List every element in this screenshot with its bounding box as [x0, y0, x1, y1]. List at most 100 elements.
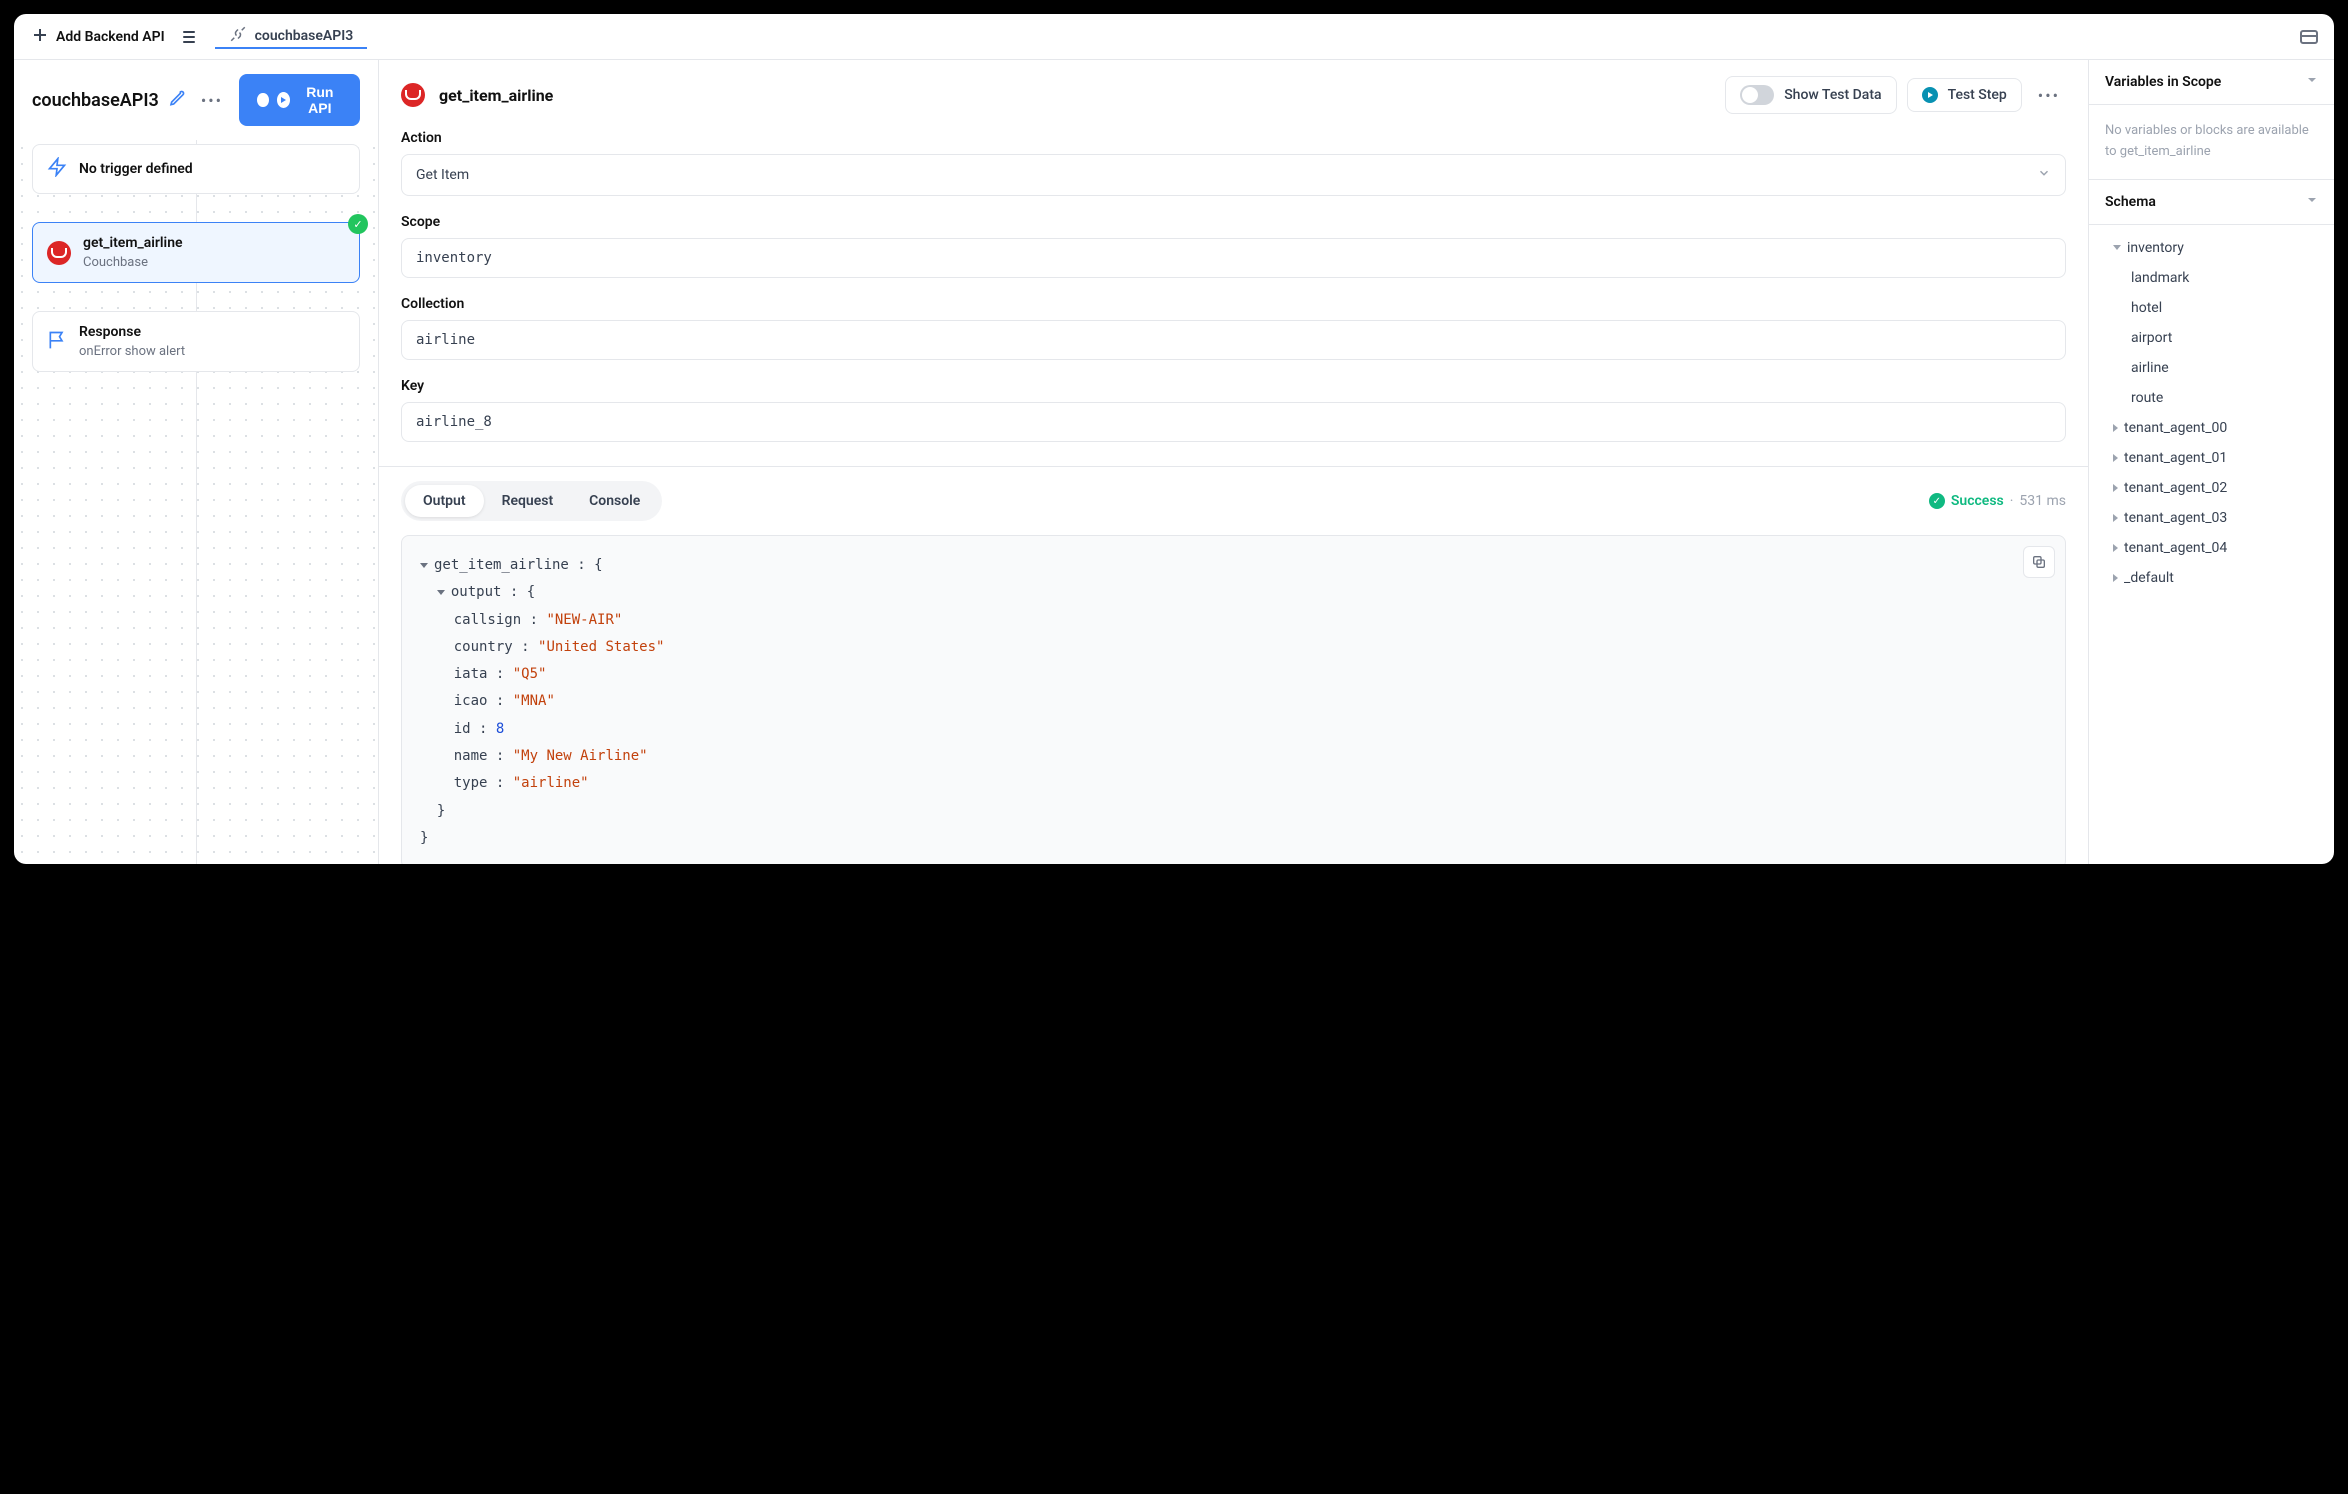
- tree-item-inventory[interactable]: inventory: [2097, 233, 2326, 263]
- tree-item-route[interactable]: route: [2097, 383, 2326, 413]
- chevron-down-icon: [2306, 194, 2318, 210]
- tree-item-landmark[interactable]: landmark: [2097, 263, 2326, 293]
- add-backend-label: Add Backend API: [56, 29, 165, 45]
- json-country: "United States": [538, 639, 664, 655]
- json-id: 8: [496, 721, 504, 737]
- tree-item-tenant-02[interactable]: tenant_agent_02: [2097, 473, 2326, 503]
- bolt-icon: [47, 157, 67, 181]
- key-field: Key: [379, 378, 2088, 460]
- show-test-data-toggle[interactable]: Show Test Data: [1725, 76, 1896, 114]
- tree-item-default[interactable]: _default: [2097, 563, 2326, 593]
- status-label: Success: [1951, 493, 2004, 509]
- status-area: ✓ Success · 531 ms: [1929, 493, 2066, 509]
- couchbase-icon: [401, 83, 425, 107]
- trigger-card[interactable]: No trigger defined: [32, 144, 360, 194]
- action-value: Get Item: [416, 167, 469, 183]
- caret-closed-icon: [2113, 454, 2118, 462]
- workflow-canvas: No trigger defined ✓ get_item_airline Co…: [14, 140, 378, 864]
- step-title: get_item_airline: [83, 235, 183, 251]
- schema-title: Schema: [2105, 194, 2156, 210]
- top-bar-right: [2300, 30, 2322, 44]
- json-icao: "MNA": [513, 693, 555, 709]
- collection-input[interactable]: [401, 320, 2066, 360]
- json-root-key: get_item_airline: [434, 557, 569, 573]
- center-column: get_item_airline Show Test Data Test Ste…: [379, 60, 2088, 864]
- play-icon: [277, 92, 290, 108]
- key-label: Key: [401, 378, 2066, 394]
- caret-closed-icon: [2113, 424, 2118, 432]
- main-area: couchbaseAPI3 ••• Run API No trigger def…: [14, 60, 2334, 864]
- tab-console[interactable]: Console: [571, 485, 658, 517]
- status-time-value: 531 ms: [2019, 493, 2066, 509]
- tree-item-airline[interactable]: airline: [2097, 353, 2326, 383]
- scope-field: Scope: [379, 214, 2088, 296]
- chevron-down-icon: [2037, 166, 2051, 184]
- test-step-button[interactable]: Test Step: [1907, 78, 2022, 112]
- couchbase-icon: [47, 241, 71, 265]
- pencil-icon[interactable]: [169, 90, 185, 110]
- api-name-label: couchbaseAPI3: [32, 90, 159, 111]
- action-field: Action Get Item: [379, 130, 2088, 214]
- hamburger-icon[interactable]: [179, 27, 199, 47]
- play-icon: [1922, 87, 1938, 103]
- test-step-label: Test Step: [1948, 87, 2007, 103]
- flag-icon: [47, 330, 67, 354]
- panel-layout-icon[interactable]: [2300, 30, 2318, 44]
- caret-closed-icon: [2113, 544, 2118, 552]
- show-test-data-label: Show Test Data: [1784, 87, 1881, 103]
- more-options-button[interactable]: •••: [2032, 86, 2066, 105]
- action-select[interactable]: Get Item: [401, 154, 2066, 196]
- tab-output[interactable]: Output: [405, 485, 484, 517]
- tree-label-inventory: inventory: [2127, 240, 2184, 256]
- status-time: ·: [2010, 493, 2014, 509]
- top-bar: Add Backend API couchbaseAPI3: [14, 14, 2334, 60]
- run-api-button[interactable]: Run API: [239, 74, 360, 126]
- scope-label: Scope: [401, 214, 2066, 230]
- variables-section-header[interactable]: Variables in Scope: [2089, 60, 2334, 105]
- variables-title: Variables in Scope: [2105, 74, 2221, 90]
- caret-closed-icon: [2113, 484, 2118, 492]
- step-subtitle: Couchbase: [83, 255, 183, 270]
- tree-item-hotel[interactable]: hotel: [2097, 293, 2326, 323]
- json-output-key: output: [451, 584, 502, 600]
- caret-closed-icon: [2113, 574, 2118, 582]
- action-label: Action: [401, 130, 2066, 146]
- more-options-button[interactable]: •••: [195, 87, 229, 114]
- variables-empty-text: No variables or blocks are available to …: [2089, 105, 2334, 179]
- tab-label: couchbaseAPI3: [255, 28, 354, 44]
- plus-icon: [32, 27, 48, 47]
- tab-couchbase-api[interactable]: couchbaseAPI3: [215, 25, 368, 49]
- json-type: "airline": [513, 775, 589, 791]
- tree-item-tenant-01[interactable]: tenant_agent_01: [2097, 443, 2326, 473]
- response-subtitle: onError show alert: [79, 344, 185, 359]
- left-column: couchbaseAPI3 ••• Run API No trigger def…: [14, 60, 379, 864]
- step-card-get-item-airline[interactable]: ✓ get_item_airline Couchbase: [32, 222, 360, 283]
- schema-section-header[interactable]: Schema: [2089, 179, 2334, 225]
- scope-input[interactable]: [401, 238, 2066, 278]
- add-backend-api-button[interactable]: Add Backend API: [26, 23, 171, 51]
- copy-button[interactable]: [2023, 546, 2055, 578]
- divider: [379, 466, 2088, 467]
- tree-item-tenant-03[interactable]: tenant_agent_03: [2097, 503, 2326, 533]
- center-header: get_item_airline Show Test Data Test Ste…: [379, 60, 2088, 130]
- tree-item-airport[interactable]: airport: [2097, 323, 2326, 353]
- key-input[interactable]: [401, 402, 2066, 442]
- output-box: get_item_airline : { output : { callsign…: [401, 535, 2066, 864]
- caret-open-icon: [2113, 245, 2121, 250]
- result-tabs-row: Output Request Console ✓ Success · 531 m…: [379, 481, 2088, 521]
- tab-request[interactable]: Request: [484, 485, 572, 517]
- plug-icon: [229, 25, 247, 47]
- app-container: Add Backend API couchbaseAPI3 couchbaseA…: [14, 14, 2334, 864]
- chevron-down-icon: [2306, 74, 2318, 90]
- tree-item-tenant-00[interactable]: tenant_agent_00: [2097, 413, 2326, 443]
- json-callsign: "NEW-AIR": [546, 612, 622, 628]
- tree-item-tenant-04[interactable]: tenant_agent_04: [2097, 533, 2326, 563]
- toggle-switch-icon: [1740, 85, 1774, 105]
- json-name: "My New Airline": [513, 748, 648, 764]
- top-bar-left: Add Backend API couchbaseAPI3: [26, 23, 367, 51]
- result-tabs: Output Request Console: [401, 481, 662, 521]
- response-card[interactable]: Response onError show alert: [32, 311, 360, 372]
- schema-tree: inventory landmark hotel airport airline…: [2089, 225, 2334, 601]
- collection-label: Collection: [401, 296, 2066, 312]
- right-column: Variables in Scope No variables or block…: [2088, 60, 2334, 864]
